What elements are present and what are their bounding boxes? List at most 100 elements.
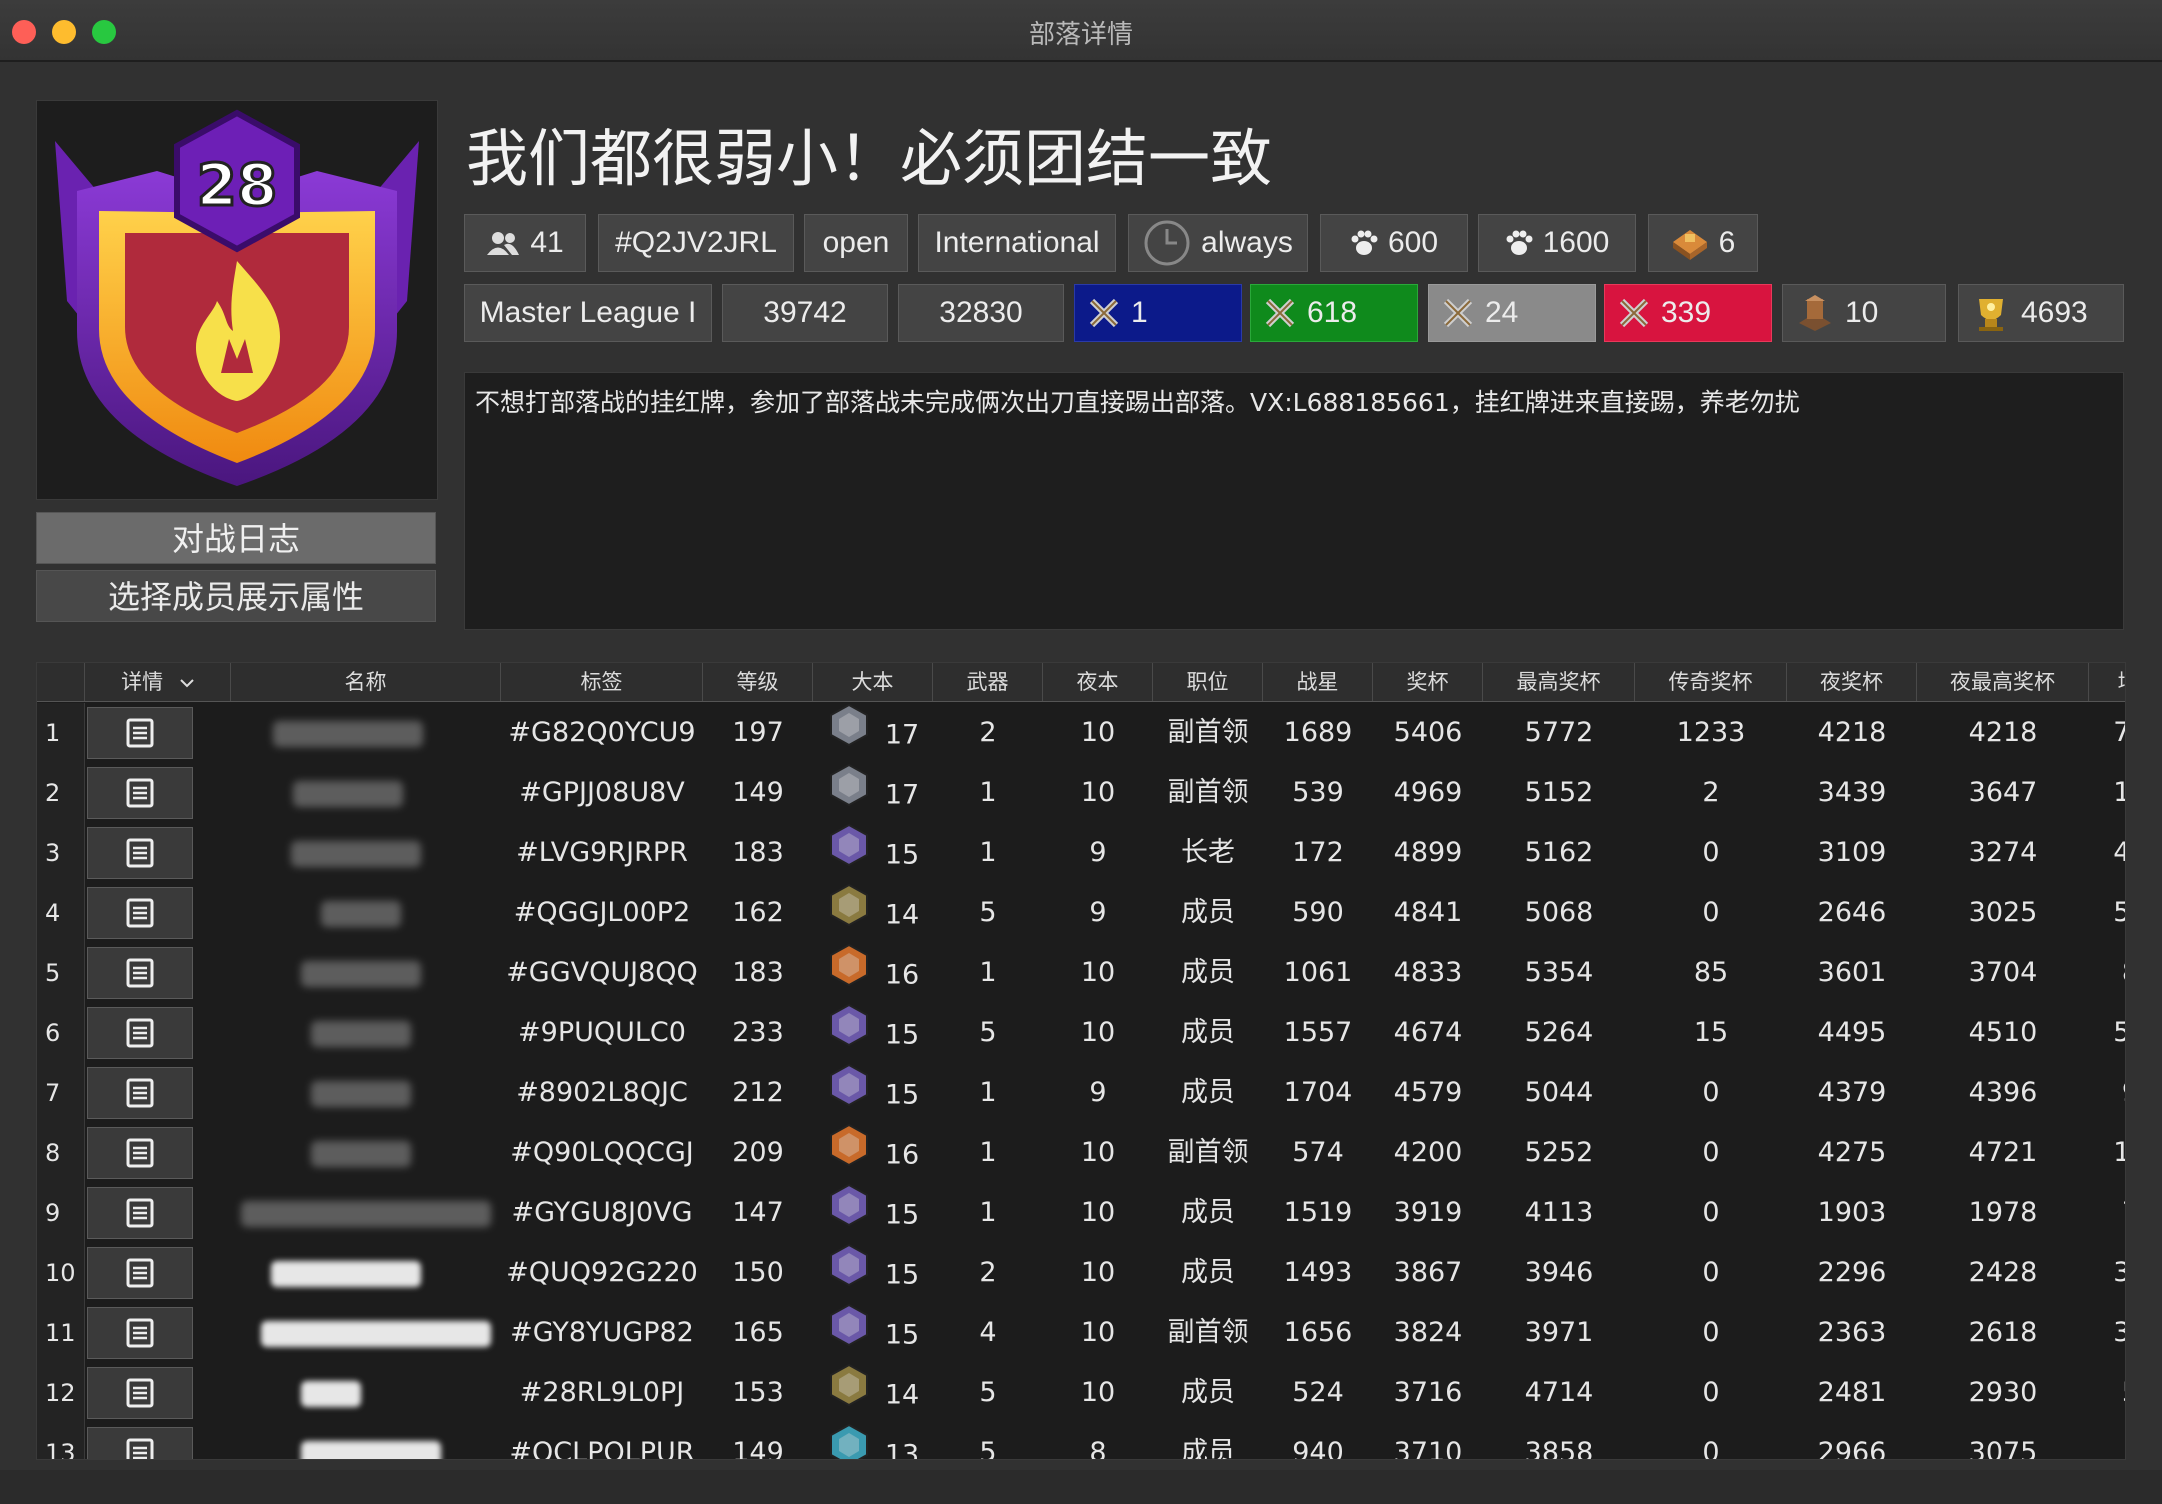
cell-stars: 1656 xyxy=(1283,1317,1353,1348)
table-row[interactable]: 3 15 #LVG9RJRPR 183 1 9 长老 172 4899 5162 0 3109 3274… xyxy=(37,823,2125,883)
table-row[interactable]: 12 14 #28RL9L0PJ 153 5 10 成员 524 3716 4714 0 2481 29… xyxy=(37,1363,2125,1423)
list-document-icon xyxy=(126,778,154,808)
cell-bt: 2363 xyxy=(1817,1317,1887,1348)
row-number: 10 xyxy=(37,1243,85,1303)
cell-legend: 0 xyxy=(1702,1077,1720,1108)
cell-legend: 0 xyxy=(1702,1437,1720,1460)
header-name[interactable]: 名称 xyxy=(231,663,501,701)
paw-icon xyxy=(1350,229,1378,257)
member-name xyxy=(231,1123,501,1183)
cell-role: 副首领 xyxy=(1167,1137,1249,1168)
header-level[interactable]: 等级 xyxy=(703,663,813,701)
header-tag[interactable]: 标签 xyxy=(501,663,703,701)
cell-level: 149 xyxy=(732,777,784,808)
header-best-builder-trophies[interactable]: 夜最高奖杯 xyxy=(1917,663,2089,701)
members-table[interactable]: 详情 名称 标签 等级 大本 武器 夜本 职位 战星 奖杯 最高奖杯 传奇奖杯 … xyxy=(36,662,2126,1460)
cell-bbt: 4396 xyxy=(1968,1077,2038,1108)
header-builder-hall[interactable]: 夜本 xyxy=(1043,663,1153,701)
member-detail-button[interactable] xyxy=(87,1307,193,1359)
cell-trophies: 4674 xyxy=(1393,1017,1463,1048)
member-detail-button[interactable] xyxy=(87,1007,193,1059)
cell-best: 5252 xyxy=(1524,1137,1594,1168)
redacted-name xyxy=(301,1381,361,1407)
member-detail-button[interactable] xyxy=(87,947,193,999)
header-legend-trophies[interactable]: 传奇奖杯 xyxy=(1635,663,1787,701)
list-document-icon xyxy=(126,718,154,748)
war-wins-chip: 618 xyxy=(1250,284,1418,342)
row-number: 1 xyxy=(37,703,85,763)
cell-role: 长老 xyxy=(1181,837,1235,868)
cell-bbt: 4218 xyxy=(1968,717,2038,748)
header-best-trophies[interactable]: 最高奖杯 xyxy=(1483,663,1635,701)
cell-best: 5152 xyxy=(1524,777,1594,808)
table-row[interactable]: 1 17 #G82Q0YCU9 197 2 10 副首领 1689 5406 5772 1233 42… xyxy=(37,703,2125,763)
cell-best: 5772 xyxy=(1524,717,1594,748)
townhall-level-text: 17 xyxy=(884,779,920,811)
townhall-level: 14 xyxy=(813,1363,933,1423)
cell-bh: 8 xyxy=(1089,1437,1107,1460)
member-detail-button[interactable] xyxy=(87,707,193,759)
table-row[interactable]: 7 15 #8902L8QJC 212 1 9 成员 1704 4579 5044 0 4379 439… xyxy=(37,1063,2125,1123)
table-row[interactable]: 6 15 #9PUQULC0 233 5 10 成员 1557 4674 5264 15 4495 45… xyxy=(37,1003,2125,1063)
member-detail-button[interactable] xyxy=(87,1067,193,1119)
member-name xyxy=(231,1363,501,1423)
table-row[interactable]: 5 16 #GGVQUJ8QQ 183 1 10 成员 1061 4833 5354 85 3601 3… xyxy=(37,943,2125,1003)
cell-tag: #QUQ92G220 xyxy=(506,1257,698,1288)
cell-legend: 0 xyxy=(1702,897,1720,928)
select-member-attributes-button[interactable]: 选择成员展示属性 xyxy=(36,570,436,622)
cell-tag: #QGGJL00P2 xyxy=(513,897,691,928)
row-number: 4 xyxy=(37,883,85,943)
member-detail-button[interactable] xyxy=(87,827,193,879)
header-builder-trophies[interactable]: 夜奖杯 xyxy=(1787,663,1917,701)
header-role[interactable]: 职位 xyxy=(1153,663,1263,701)
list-document-icon xyxy=(126,958,154,988)
townhall-level: 15 xyxy=(813,1243,933,1303)
member-name xyxy=(231,1183,501,1243)
cell-bh: 9 xyxy=(1089,1077,1107,1108)
war-log-button[interactable]: 对战日志 xyxy=(36,512,436,564)
header-weapon[interactable]: 武器 xyxy=(933,663,1043,701)
townhall-level-text: 16 xyxy=(884,959,920,991)
clock-icon xyxy=(1143,219,1191,267)
row-number: 8 xyxy=(37,1123,85,1183)
redacted-name xyxy=(273,721,423,747)
table-row[interactable]: 9 15 #GYGU8J0VG 147 1 10 成员 1519 3919 4113 0 1903 19… xyxy=(37,1183,2125,1243)
clan-tag-chip[interactable]: #Q2JV2JRL xyxy=(598,214,794,272)
table-row[interactable]: 13 13 #QCLPQLPUR 149 5 8 成员 940 3710 3858 0 2966 307… xyxy=(37,1423,2125,1460)
header-detail[interactable]: 详情 xyxy=(85,663,231,701)
clan-description: 不想打部落战的挂红牌，参加了部落战未完成俩次出刀直接踢出部落。VX:L68818… xyxy=(464,372,2124,630)
row-number-header xyxy=(37,663,85,701)
member-detail-button[interactable] xyxy=(87,887,193,939)
member-detail-button[interactable] xyxy=(87,1427,193,1459)
cell-trophies: 3919 xyxy=(1393,1197,1463,1228)
cell-role: 成员 xyxy=(1181,1257,1235,1288)
war-ties-chip: 24 xyxy=(1428,284,1596,342)
title-bar: 部落详情 xyxy=(0,0,2162,62)
redacted-name xyxy=(311,1141,411,1167)
table-row[interactable]: 8 16 #Q90LQQCGJ 209 1 10 副首领 574 4200 5252 0 4275 47… xyxy=(37,1123,2125,1183)
member-detail-button[interactable] xyxy=(87,1187,193,1239)
cell-role: 副首领 xyxy=(1167,777,1249,808)
header-townhall[interactable]: 大本 xyxy=(813,663,933,701)
member-detail-button[interactable] xyxy=(87,767,193,819)
table-row[interactable]: 11 15 #GY8YUGP82 165 4 10 副首领 1656 3824 3971 0 2363… xyxy=(37,1303,2125,1363)
member-detail-button[interactable] xyxy=(87,1367,193,1419)
table-row[interactable]: 4 14 #QGGJL00P2 162 5 9 成员 590 4841 5068 0 2646 3025… xyxy=(37,883,2125,943)
clan-badge: 28 xyxy=(36,100,438,500)
table-row[interactable]: 10 15 #QUQ92G220 150 2 10 成员 1493 3867 3946 0 2296 2… xyxy=(37,1243,2125,1303)
member-detail-button[interactable] xyxy=(87,1127,193,1179)
header-donations[interactable]: 增援 xyxy=(2089,663,2126,701)
crossed-swords-icon xyxy=(1263,296,1297,330)
cell-trophies: 5406 xyxy=(1393,717,1463,748)
cell-level: 209 xyxy=(732,1137,784,1168)
chevron-down-icon xyxy=(180,678,194,688)
cell-level: 183 xyxy=(732,957,784,988)
table-row[interactable]: 2 17 #GPJJ08U8V 149 1 10 副首领 539 4969 5152 2 3439 36… xyxy=(37,763,2125,823)
townhall-icon xyxy=(827,943,871,1003)
cell-legend: 0 xyxy=(1702,1137,1720,1168)
row-number: 13 xyxy=(37,1423,85,1459)
member-detail-button[interactable] xyxy=(87,1247,193,1299)
header-war-stars[interactable]: 战星 xyxy=(1263,663,1373,701)
cell-best: 5068 xyxy=(1524,897,1594,928)
header-trophies[interactable]: 奖杯 xyxy=(1373,663,1483,701)
